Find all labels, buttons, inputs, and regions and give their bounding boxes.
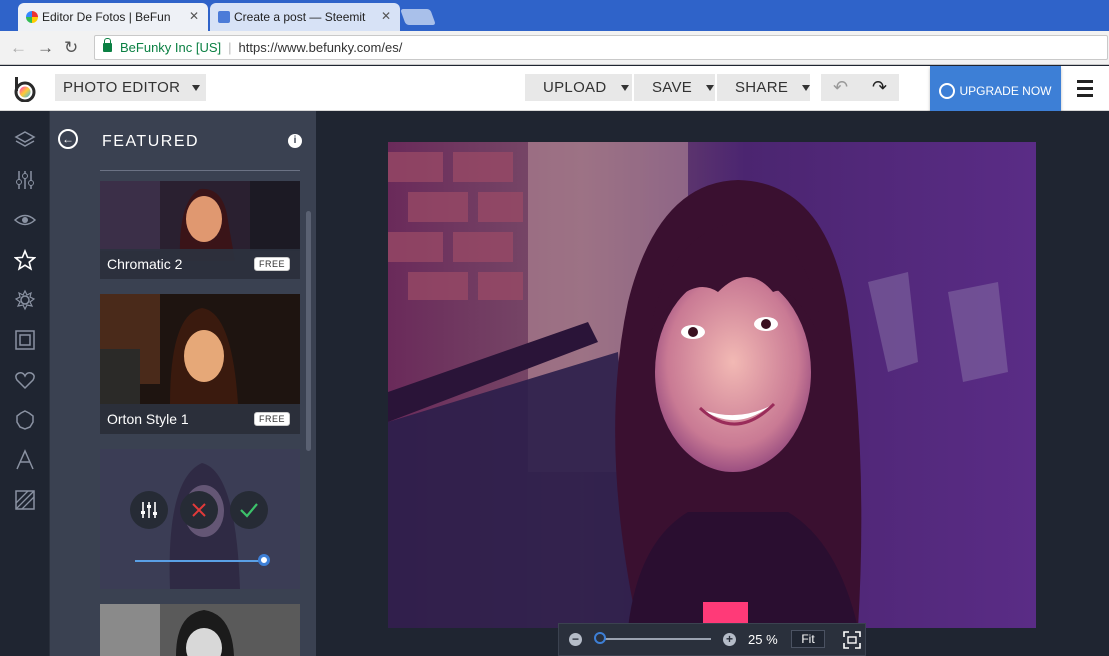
- edited-photo[interactable]: [388, 142, 1036, 628]
- layers-icon[interactable]: [14, 129, 36, 151]
- effect-adjust-card: [100, 449, 300, 589]
- photo-editor-dropdown[interactable]: PHOTO EDITOR: [55, 74, 206, 101]
- forward-icon[interactable]: →: [37, 38, 54, 58]
- upload-label: UPLOAD: [543, 79, 607, 96]
- tool-rail: [0, 111, 50, 656]
- featured-panel: ← FEATURED i Chromatic 2 FREE Orton Styl…: [50, 111, 316, 656]
- share-button[interactable]: SHARE: [717, 74, 811, 101]
- star-icon[interactable]: [13, 248, 37, 271]
- undo-icon: ↶: [832, 77, 849, 97]
- new-tab-button[interactable]: [400, 9, 436, 25]
- cancel-button[interactable]: [180, 491, 218, 529]
- close-icon[interactable]: ✕: [189, 9, 199, 23]
- zoom-bar: − + 25 % Fit: [558, 623, 866, 656]
- redo-button[interactable]: ↷: [860, 74, 899, 101]
- effect-name: Orton Style 1: [107, 411, 189, 427]
- flower-icon[interactable]: [14, 289, 36, 311]
- zoom-slider[interactable]: [599, 638, 711, 640]
- redo-icon: ↷: [871, 77, 888, 97]
- chevron-down-icon: [192, 84, 201, 91]
- panel-scrollbar[interactable]: [306, 211, 311, 451]
- lock-icon: [103, 38, 112, 52]
- steemit-favicon: [218, 11, 230, 23]
- zoom-in-icon[interactable]: +: [723, 633, 736, 646]
- undo-button[interactable]: ↶: [821, 74, 860, 101]
- address-bar[interactable]: BeFunky Inc [US] | https://www.befunky.c…: [94, 35, 1108, 60]
- tab-title: Create a post — Steemit: [234, 10, 366, 24]
- tab-steemit[interactable]: Create a post — Steemit ✕: [210, 3, 400, 31]
- adjust-settings-button[interactable]: [130, 491, 168, 529]
- chevron-down-icon: [620, 84, 629, 91]
- close-icon: [192, 503, 206, 517]
- slider-handle[interactable]: [258, 554, 270, 566]
- effect-name: Chromatic 2: [107, 256, 183, 272]
- zoom-handle[interactable]: [594, 632, 606, 644]
- photo-image: [388, 142, 1036, 628]
- zoom-out-icon[interactable]: −: [569, 633, 582, 646]
- effect-card-bw[interactable]: [100, 604, 300, 656]
- menu-icon[interactable]: [1077, 80, 1093, 101]
- effect-card-orton-style-1[interactable]: Orton Style 1 FREE: [100, 294, 300, 434]
- save-button[interactable]: SAVE: [634, 74, 715, 101]
- address-separator: |: [228, 40, 232, 55]
- effect-card-chromatic-2[interactable]: Chromatic 2 FREE: [100, 181, 300, 279]
- eye-icon[interactable]: [13, 209, 37, 231]
- share-label: SHARE: [735, 79, 789, 96]
- text-icon[interactable]: [14, 449, 36, 471]
- upload-button[interactable]: UPLOAD: [525, 74, 632, 101]
- photo-editor-label: PHOTO EDITOR: [63, 79, 181, 96]
- apply-button[interactable]: [230, 491, 268, 529]
- zoom-percent: 25 %: [748, 632, 778, 647]
- texture-icon[interactable]: [14, 489, 36, 511]
- info-icon[interactable]: i: [288, 134, 302, 148]
- check-icon: [240, 503, 258, 518]
- free-badge: FREE: [253, 412, 290, 426]
- frame-icon[interactable]: [14, 329, 36, 351]
- badge-icon[interactable]: [14, 409, 36, 431]
- url-text: https://www.befunky.com/es/: [238, 40, 403, 55]
- tab-befunky[interactable]: Editor De Fotos | BeFun ✕: [18, 3, 208, 31]
- fit-button[interactable]: Fit: [791, 630, 825, 648]
- free-badge: FREE: [253, 257, 290, 271]
- close-icon[interactable]: ✕: [381, 9, 391, 23]
- panel-divider: [100, 170, 300, 171]
- befunky-favicon: [26, 11, 38, 23]
- tab-title: Editor De Fotos | BeFun: [42, 10, 171, 24]
- upgrade-now-button[interactable]: UPGRADE NOW: [930, 66, 1061, 116]
- app-header: PHOTO EDITOR UPLOAD SAVE SHARE ↶ ↷ UPGRA…: [0, 66, 1109, 116]
- sliders-icon: [141, 502, 157, 518]
- reload-icon[interactable]: ↻: [64, 38, 78, 58]
- chevron-down-icon: [802, 84, 811, 91]
- sliders-icon[interactable]: [14, 169, 36, 191]
- back-icon[interactable]: ←: [10, 38, 27, 58]
- save-label: SAVE: [652, 79, 693, 96]
- befunky-logo: [14, 77, 36, 102]
- back-arrow-icon[interactable]: ←: [58, 129, 78, 149]
- effect-thumbnail: [100, 604, 300, 656]
- upgrade-label: UPGRADE NOW: [959, 84, 1052, 98]
- browser-tabstrip: Editor De Fotos | BeFun ✕ Create a post …: [0, 0, 1109, 31]
- secure-label: BeFunky Inc [US]: [120, 40, 222, 55]
- panel-title: FEATURED: [102, 133, 200, 150]
- heart-icon[interactable]: [14, 369, 36, 391]
- award-icon: [939, 83, 956, 99]
- address-row: ← → ↻ BeFunky Inc [US] | https://www.bef…: [0, 31, 1109, 65]
- editor-canvas: [316, 111, 1109, 656]
- chevron-down-icon: [706, 84, 715, 91]
- fullscreen-icon[interactable]: [843, 631, 861, 649]
- effect-amount-slider[interactable]: [135, 560, 263, 562]
